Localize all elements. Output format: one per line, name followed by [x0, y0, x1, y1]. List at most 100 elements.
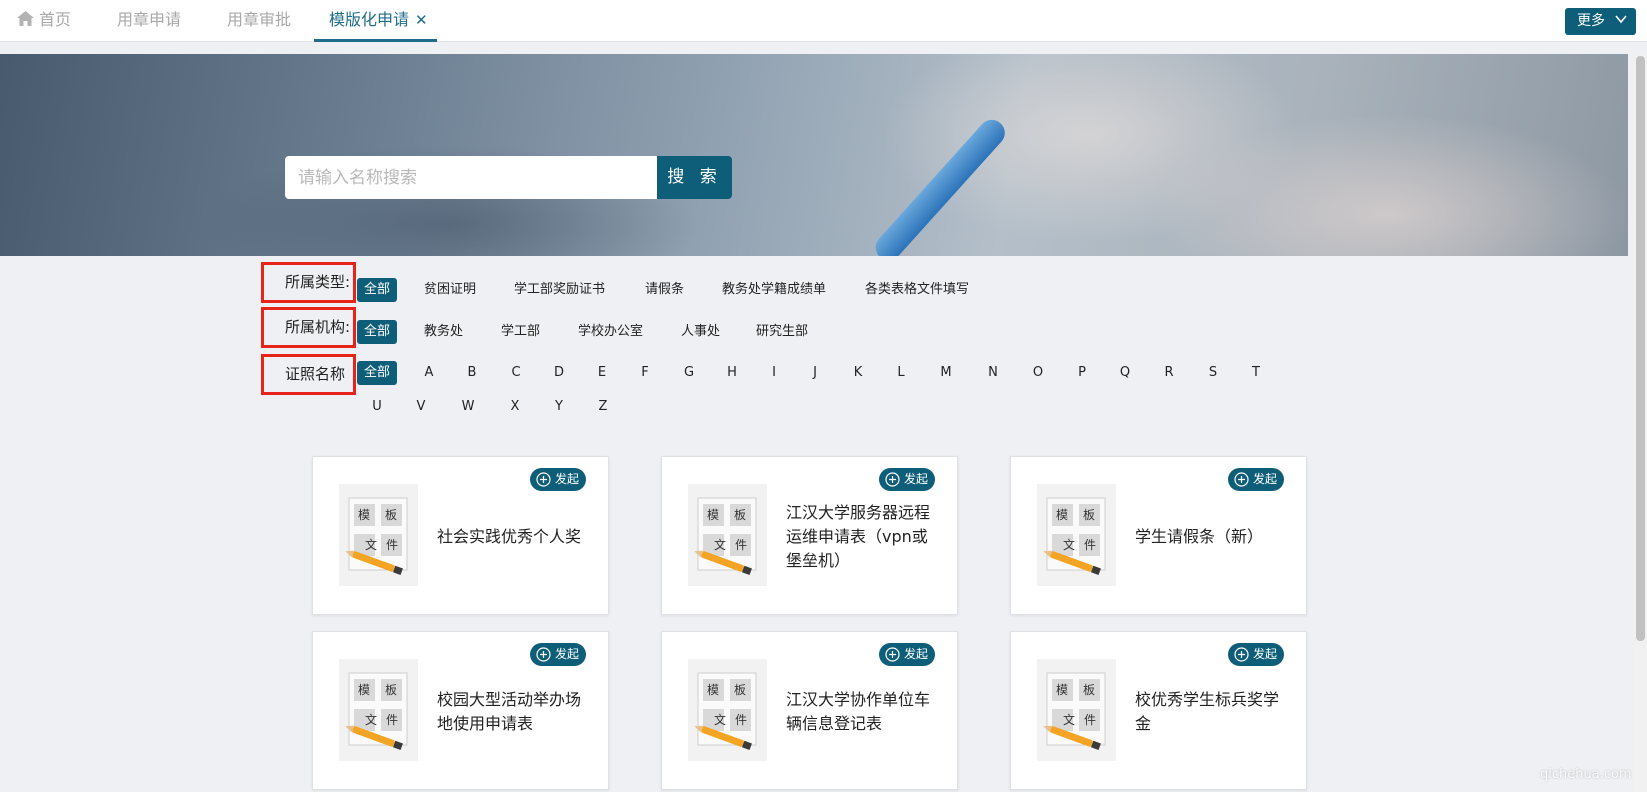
- template-card[interactable]: 发起模板文件学生请假条（新）: [1010, 456, 1307, 615]
- close-icon[interactable]: ✕: [415, 11, 428, 29]
- letter-filter[interactable]: T: [1246, 361, 1266, 385]
- letter-filter[interactable]: X: [505, 395, 525, 419]
- more-button[interactable]: 更多: [1565, 8, 1636, 35]
- letter-filter[interactable]: S: [1203, 361, 1223, 385]
- type-option[interactable]: 请假条: [645, 278, 684, 302]
- thumb-char: 模: [1056, 508, 1069, 522]
- type-option[interactable]: 贫困证明: [424, 278, 476, 302]
- letter-filter[interactable]: O: [1028, 361, 1048, 385]
- template-file-thumbnail: 模板文件: [1037, 659, 1116, 761]
- thumb-char: 文: [1063, 538, 1076, 552]
- letter-filter[interactable]: Z: [593, 395, 613, 419]
- org-option[interactable]: 学校办公室: [578, 320, 643, 344]
- thumb-char: 板: [385, 508, 398, 522]
- tab-label: 模版化申请: [329, 10, 410, 29]
- letter-filter[interactable]: L: [891, 361, 911, 385]
- chevron-down-icon: [1615, 15, 1627, 24]
- thumb-char: 件: [735, 713, 748, 727]
- template-card[interactable]: 发起模板文件江汉大学协作单位车辆信息登记表: [661, 631, 958, 790]
- card-title: 校优秀学生标兵奖学金: [1135, 652, 1285, 772]
- letter-filter[interactable]: E: [592, 361, 612, 385]
- type-option[interactable]: 学工部奖励证书: [514, 278, 605, 302]
- letter-filter[interactable]: F: [635, 361, 655, 385]
- type-option-all[interactable]: 全部: [357, 278, 398, 302]
- letter-filter[interactable]: G: [679, 361, 699, 385]
- banner-image: [0, 54, 1628, 256]
- letter-filter[interactable]: D: [549, 361, 569, 385]
- tab-bar: 首页 用章申请 用章审批 模版化申请 ✕ 更多: [0, 0, 1647, 42]
- letter-filter[interactable]: P: [1072, 361, 1092, 385]
- letter-filter[interactable]: W: [458, 395, 478, 419]
- letter-filter[interactable]: Y: [549, 395, 569, 419]
- template-file-thumbnail: 模板文件: [688, 659, 767, 761]
- more-label: 更多: [1577, 13, 1605, 29]
- letter-filter[interactable]: I: [764, 361, 784, 385]
- thumb-char: 板: [385, 683, 398, 697]
- letter-filter[interactable]: A: [419, 361, 439, 385]
- org-option[interactable]: 人事处: [681, 320, 720, 344]
- letter-filter[interactable]: R: [1159, 361, 1179, 385]
- thumb-char: 板: [734, 508, 747, 522]
- template-card[interactable]: 发起模板文件江汉大学服务器远程运维申请表（vpn或堡垒机）: [661, 456, 958, 615]
- filter-label-type: 所属类型:: [261, 262, 356, 303]
- letter-filter[interactable]: H: [722, 361, 742, 385]
- letter-filter[interactable]: Q: [1115, 361, 1135, 385]
- card-title-text: 校优秀学生标兵奖学金: [1135, 690, 1280, 733]
- letter-filter[interactable]: C: [506, 361, 526, 385]
- letter-filter[interactable]: K: [848, 361, 868, 385]
- thumb-char: 板: [1083, 683, 1096, 697]
- template-card[interactable]: 发起模板文件校优秀学生标兵奖学金: [1010, 631, 1307, 790]
- letter-filter[interactable]: U: [367, 395, 387, 419]
- letter-filter[interactable]: V: [411, 395, 431, 419]
- tab-seal-approve[interactable]: 用章审批: [227, 0, 291, 42]
- filter-label-org: 所属机构:: [261, 307, 356, 348]
- thumb-char: 文: [714, 713, 727, 727]
- type-option[interactable]: 各类表格文件填写: [865, 278, 969, 302]
- card-title: 江汉大学服务器远程运维申请表（vpn或堡垒机）: [786, 477, 936, 597]
- card-title-text: 学生请假条（新）: [1135, 527, 1264, 546]
- org-option[interactable]: 学工部: [501, 320, 540, 344]
- thumb-char: 模: [358, 683, 371, 697]
- card-title: 学生请假条（新）: [1135, 477, 1285, 597]
- search-input[interactable]: [285, 156, 660, 199]
- thumb-char: 件: [735, 538, 748, 552]
- search-button[interactable]: 搜 索: [657, 156, 732, 199]
- home-icon: [17, 11, 34, 26]
- card-title: 社会实践优秀个人奖: [437, 477, 587, 597]
- letter-filter[interactable]: M: [936, 361, 956, 385]
- type-option[interactable]: 教务处学籍成绩单: [722, 278, 826, 302]
- letter-filter[interactable]: N: [983, 361, 1003, 385]
- cert-option-all[interactable]: 全部: [357, 361, 398, 385]
- letter-filter[interactable]: B: [462, 361, 482, 385]
- tab-seal-apply[interactable]: 用章申请: [117, 0, 181, 42]
- tab-template-apply[interactable]: 模版化申请 ✕: [314, 0, 437, 42]
- tab-label: 用章审批: [227, 10, 292, 29]
- filter-label-cert: 证照名称: [261, 354, 356, 395]
- thumb-char: 模: [358, 508, 371, 522]
- template-file-thumbnail: 模板文件: [1037, 484, 1116, 586]
- tab-label: 首页: [39, 10, 72, 29]
- thumb-char: 模: [1056, 683, 1069, 697]
- card-title-text: 社会实践优秀个人奖: [437, 527, 582, 546]
- template-card[interactable]: 发起模板文件校园大型活动举办场地使用申请表: [312, 631, 609, 790]
- template-file-thumbnail: 模板文件: [339, 484, 418, 586]
- thumb-char: 文: [1063, 713, 1076, 727]
- thumb-char: 模: [707, 508, 720, 522]
- thumb-char: 板: [1083, 508, 1096, 522]
- card-title: 江汉大学协作单位车辆信息登记表: [786, 652, 936, 772]
- org-option-all[interactable]: 全部: [357, 320, 398, 344]
- thumb-char: 件: [1084, 538, 1097, 552]
- org-option[interactable]: 研究生部: [756, 320, 808, 344]
- watermark: qichehua.com: [1540, 767, 1632, 782]
- thumb-char: 文: [365, 713, 378, 727]
- scrollbar-thumb[interactable]: [1636, 56, 1645, 641]
- tab-label: 用章申请: [117, 10, 182, 29]
- card-title-text: 江汉大学协作单位车辆信息登记表: [786, 690, 931, 733]
- thumb-char: 模: [707, 683, 720, 697]
- tab-home[interactable]: 首页: [17, 0, 71, 42]
- org-option[interactable]: 教务处: [424, 320, 463, 344]
- template-file-thumbnail: 模板文件: [339, 659, 418, 761]
- letter-filter[interactable]: J: [805, 361, 825, 385]
- template-card[interactable]: 发起模板文件社会实践优秀个人奖: [312, 456, 609, 615]
- thumb-char: 板: [734, 683, 747, 697]
